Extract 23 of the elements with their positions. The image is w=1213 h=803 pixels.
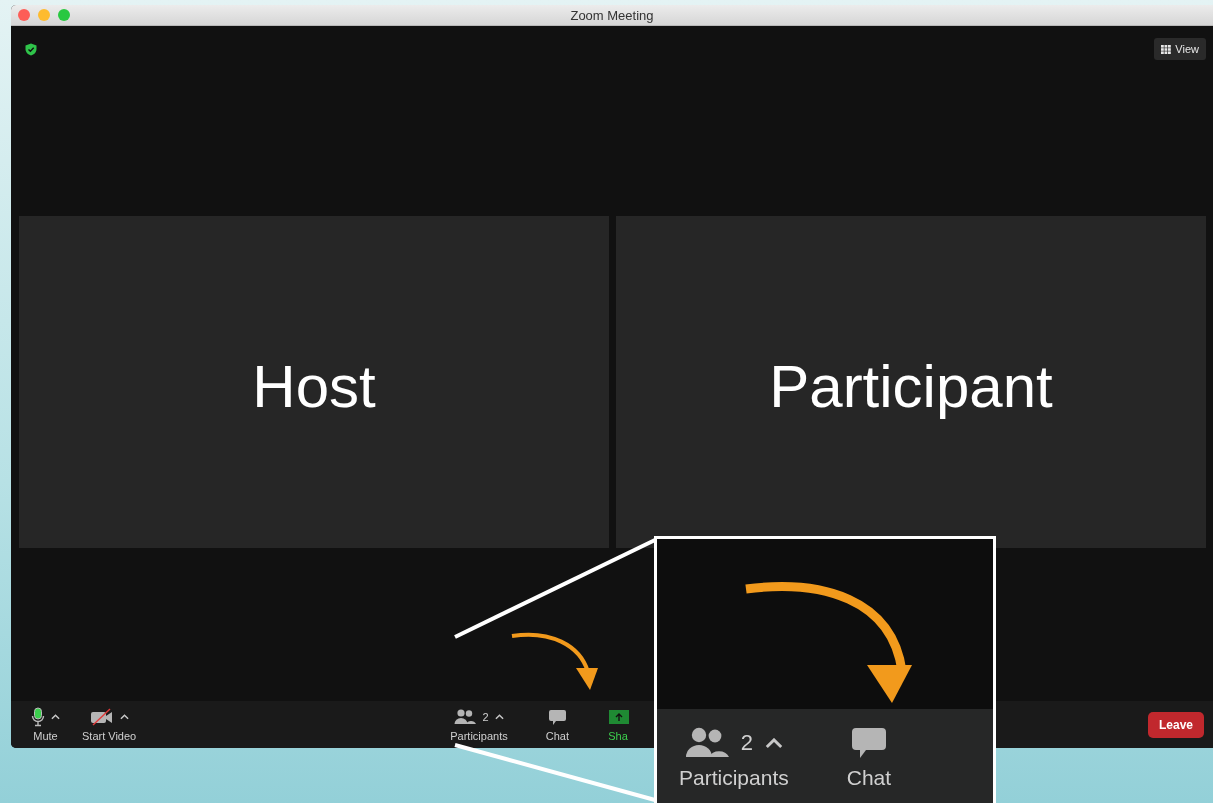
people-icon	[454, 709, 477, 725]
grid-icon	[1161, 44, 1172, 54]
chat-button[interactable]: Chat	[846, 723, 892, 790]
mic-button[interactable]: Mute	[31, 707, 60, 742]
share-button[interactable]: Sha	[606, 707, 629, 742]
window-title: Zoom Meeting	[570, 7, 654, 23]
leave-button[interactable]: Leave	[1147, 711, 1204, 738]
caret-icon[interactable]	[51, 714, 60, 720]
tile-name: Host	[252, 351, 376, 421]
video-button[interactable]: Start Video	[82, 707, 137, 742]
share-screen-icon	[606, 709, 629, 725]
chat-button[interactable]: Chat	[545, 707, 569, 742]
tile-name: Participant	[769, 351, 1053, 421]
chat-bubble-icon	[849, 726, 888, 760]
people-icon	[684, 727, 729, 759]
view-button[interactable]: View	[1154, 38, 1206, 60]
shield-check-icon[interactable]	[25, 42, 37, 56]
caret-icon[interactable]	[119, 714, 129, 720]
participants-button[interactable]: 2 Participants	[450, 707, 508, 742]
chat-bubble-icon	[547, 708, 567, 726]
caret-icon[interactable]	[494, 714, 504, 720]
participants-button[interactable]: 2 Participants	[679, 723, 789, 790]
caret-icon[interactable]	[765, 737, 783, 749]
